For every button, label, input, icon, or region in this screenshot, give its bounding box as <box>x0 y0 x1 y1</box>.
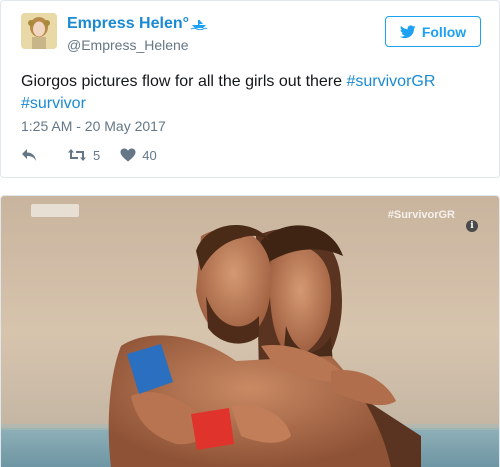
tweet-timestamp[interactable]: 1:25 AM - 20 May 2017 <box>21 118 166 134</box>
media-photo <box>1 196 499 467</box>
reply-icon <box>22 149 36 161</box>
retweet-count: 5 <box>93 147 101 163</box>
tweet-media[interactable]: #SurvivorGR i <box>0 195 500 467</box>
avatar[interactable] <box>21 13 57 49</box>
reply-button[interactable] <box>21 148 37 162</box>
twitter-bird-icon <box>399 24 416 38</box>
channel-logo <box>31 204 79 217</box>
follow-button[interactable]: Follow <box>385 16 481 47</box>
user-handle[interactable]: @Empress_Helene <box>67 37 189 53</box>
retweet-icon <box>68 149 86 161</box>
verified-boat-icon <box>190 20 208 30</box>
follow-label: Follow <box>421 23 467 40</box>
retweet-button[interactable]: 5 <box>67 148 100 163</box>
like-count: 40 <box>142 147 157 163</box>
tweet-text: Giorgos pictures flow for all the girls … <box>21 71 481 115</box>
tweet-actions: 5 40 <box>21 146 177 164</box>
like-button[interactable]: 40 <box>120 147 157 163</box>
display-name[interactable]: Empress Helen° <box>67 15 189 33</box>
tweet-card: Empress Helen° @Empress_Helene Follow Gi… <box>0 0 500 178</box>
hashtag-link[interactable]: #survivorGR <box>346 73 435 90</box>
like-icon <box>120 148 136 162</box>
tweet-body: Giorgos pictures flow for all the girls … <box>21 73 347 90</box>
hashtag-link[interactable]: #survivor <box>21 95 86 112</box>
media-watermark: #SurvivorGR <box>387 209 455 221</box>
info-icon[interactable]: i <box>466 220 478 232</box>
